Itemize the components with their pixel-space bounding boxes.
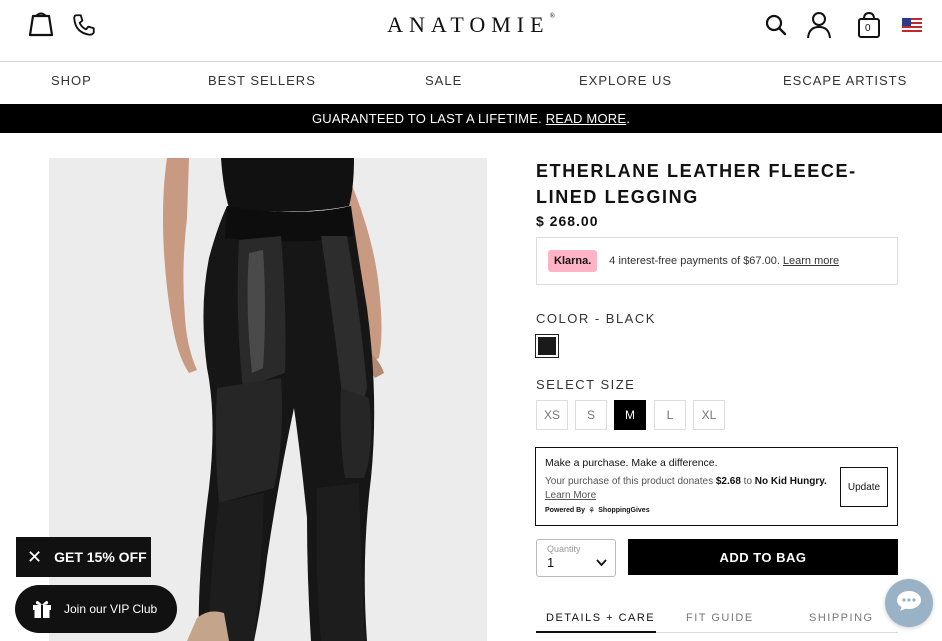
vip-club-button[interactable]: Join our VIP Club [15, 585, 177, 633]
nav-item-sale[interactable]: SALE [425, 73, 462, 88]
quantity-select[interactable]: Quantity 1 [536, 539, 616, 577]
promo-banner: GUARANTEED TO LAST A LIFETIME. READ MORE… [0, 104, 942, 133]
size-option-s[interactable]: S [575, 400, 607, 430]
klarna-text: 4 interest-free payments of $67.00. [609, 255, 780, 267]
size-option-m[interactable]: M [614, 400, 646, 430]
size-option-xs[interactable]: XS [536, 400, 568, 430]
size-label: SELECT SIZE [536, 377, 636, 392]
chat-icon [896, 590, 922, 617]
main-nav: SHOP BEST SELLERS SALE EXPLORE US ESCAPE… [0, 62, 942, 104]
size-option-xl[interactable]: XL [693, 400, 725, 430]
banner-text: GUARANTEED TO LAST A LIFETIME. [311, 111, 542, 126]
tab-shipping[interactable]: SHIPPING [809, 612, 874, 624]
klarna-logo: Klarna. [548, 250, 598, 272]
quantity-label: Quantity [547, 544, 581, 554]
donation-text: Your purchase of this product donates $2… [545, 476, 827, 501]
cart-count: 0 [865, 23, 871, 34]
donation-box: Make a purchase. Make a difference. Your… [535, 447, 898, 526]
tab-details-care[interactable]: DETAILS + CARE [546, 612, 655, 624]
product-info: ETHERLANE LEATHER FLEECE-LINED LEGGING $… [536, 158, 898, 229]
banner-read-more-link[interactable]: READ MORE [546, 111, 627, 126]
brand-logo[interactable]: ANATOMIE® [0, 12, 942, 38]
klarna-box: Klarna. 4 interest-free payments of $67.… [536, 237, 898, 285]
update-button[interactable]: Update [840, 467, 888, 507]
account-icon[interactable] [804, 10, 834, 40]
shoppinggives-logo-icon: ⚘ [588, 506, 596, 515]
size-option-l[interactable]: L [654, 400, 686, 430]
tab-fit-guide[interactable]: FIT GUIDE [686, 612, 754, 624]
chevron-down-icon [596, 554, 607, 572]
discount-popup[interactable]: ✕ GET 15% OFF [16, 537, 151, 577]
site-header: ANATOMIE® 0 [0, 0, 942, 62]
discount-text: GET 15% OFF [54, 549, 147, 565]
add-to-bag-button[interactable]: ADD TO BAG [628, 539, 898, 575]
color-swatch-black[interactable] [535, 334, 559, 358]
product-title: ETHERLANE LEATHER FLEECE-LINED LEGGING [536, 161, 857, 207]
color-label: COLOR - BLACK [536, 311, 656, 326]
search-icon[interactable] [761, 10, 791, 40]
cart-icon[interactable]: 0 [854, 10, 884, 40]
donation-heading: Make a purchase. Make a difference. [545, 457, 718, 469]
klarna-learn-more-link[interactable]: Learn more [783, 255, 839, 267]
vip-text: Join our VIP Club [64, 602, 158, 616]
nav-item-escape-artists[interactable]: ESCAPE ARTISTS [783, 73, 907, 88]
close-icon[interactable]: ✕ [27, 547, 42, 568]
nav-item-shop[interactable]: SHOP [51, 73, 92, 88]
gift-icon [31, 598, 53, 620]
chat-button[interactable] [885, 579, 933, 627]
active-tab-indicator [536, 631, 656, 633]
nav-item-explore-us[interactable]: EXPLORE US [579, 73, 672, 88]
nav-item-best-sellers[interactable]: BEST SELLERS [208, 73, 316, 88]
donation-learn-more-link[interactable]: Learn More [545, 490, 596, 501]
product-price: $ 268.00 [536, 213, 599, 229]
us-flag-icon[interactable] [897, 10, 927, 40]
powered-by: Powered By ⚘ ShoppingGives [545, 506, 650, 515]
